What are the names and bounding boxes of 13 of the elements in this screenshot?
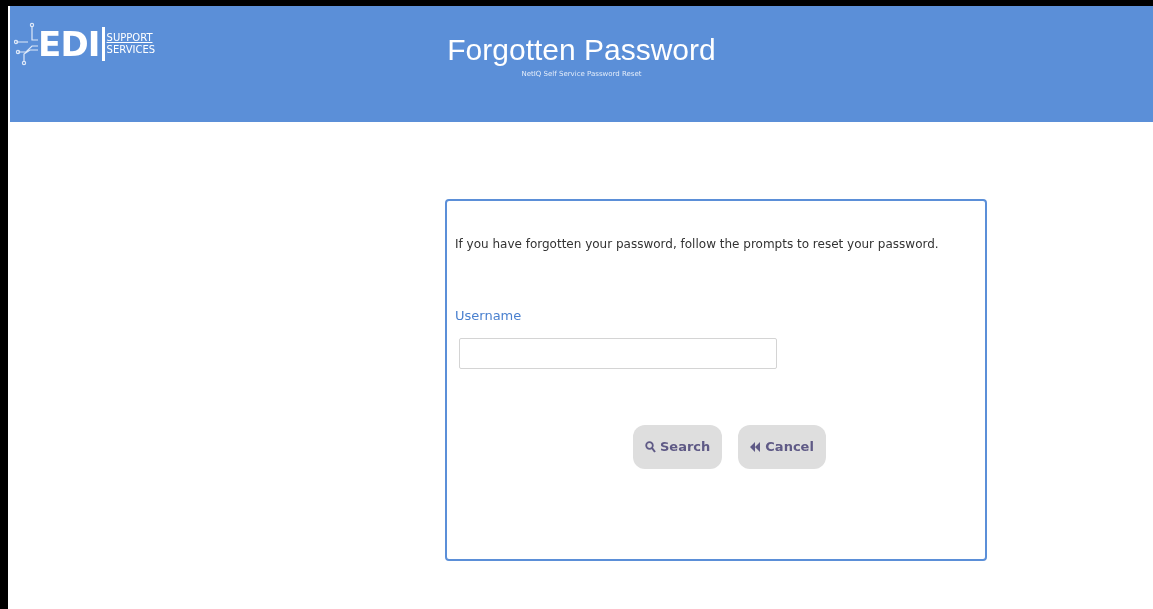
logo-text: SERVICES [106,44,156,56]
search-button[interactable]: Search [633,425,723,469]
field-label: Username [455,308,523,324]
logo-divider [101,27,105,61]
intro-text: If you have forgotten your password, follow the prompts to reset your password. [455,236,940,252]
username-field[interactable] [459,338,777,369]
double-left-arrow-icon [750,442,762,452]
search-icon [645,441,656,453]
circuit-lines-icon [14,22,38,66]
page-title: Forgotten Password [447,32,716,68]
logo-mark: EDI [38,27,100,61]
logo-text: SUPPORT [106,32,154,44]
cancel-button[interactable]: Cancel [738,425,826,469]
